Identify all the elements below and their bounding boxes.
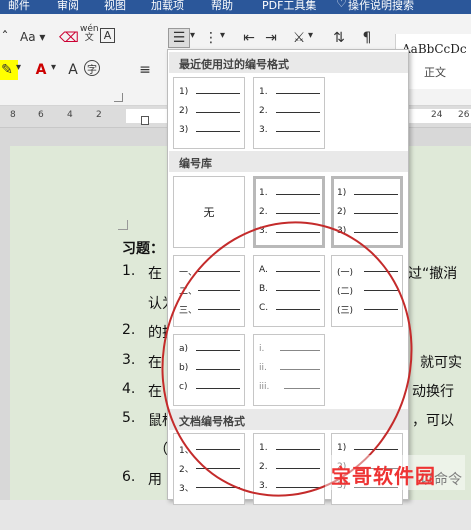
sort-icon[interactable]: ⇅ xyxy=(328,28,350,48)
tell-me-search[interactable]: 操作说明搜索 xyxy=(348,0,414,13)
none-label: 无 xyxy=(203,206,215,219)
tab-help[interactable]: 帮助 xyxy=(211,0,233,13)
highlight-dropdown[interactable]: ▾ xyxy=(16,62,21,73)
ruler-tick: 2 xyxy=(96,110,102,120)
ruler-tick: 26 xyxy=(458,110,470,120)
ruler-tick: 8 xyxy=(10,110,16,120)
list-number: 2. xyxy=(122,322,136,338)
exercise-heading: 习题： xyxy=(122,241,164,257)
list-text: 在 xyxy=(148,355,162,371)
list-number: 5. xyxy=(122,410,136,426)
ruler-tick: 24 xyxy=(431,110,443,120)
numbering-icon[interactable]: ☰ xyxy=(168,28,190,48)
list-text-tail: ，可以 xyxy=(412,413,454,429)
page-corner-mark xyxy=(118,220,128,230)
recent-tile-paren[interactable]: 1) 2) 3) xyxy=(173,77,245,149)
list-number: 6. xyxy=(122,469,136,485)
font-color-icon[interactable]: A xyxy=(30,60,52,80)
increase-indent-icon[interactable]: ⇥ xyxy=(260,28,282,48)
list-text-tail: 过“撤消 xyxy=(408,266,458,282)
align-left-icon[interactable]: ≡ xyxy=(134,60,156,80)
recent-tile-dot[interactable]: 1. 2. 3. xyxy=(253,77,325,149)
list-number: 1. xyxy=(122,263,136,279)
list-text: （ xyxy=(154,442,168,458)
list-text: 在 xyxy=(148,384,162,400)
ribbon-tab-bar: 邮件 审阅 视图 加载项 帮助 PDF工具集 ♡ 操作说明搜索 xyxy=(0,0,471,14)
numbering-library-header: 编号库 xyxy=(169,151,408,172)
indent-marker[interactable] xyxy=(141,116,149,125)
clear-format-icon[interactable]: ⌫ xyxy=(58,28,80,48)
multilevel-list-icon[interactable]: ⋮ xyxy=(200,28,222,48)
chevron-icon[interactable]: ˆ xyxy=(0,28,16,48)
tab-pdf-tools[interactable]: PDF工具集 xyxy=(262,0,316,13)
tab-mailings[interactable]: 邮件 xyxy=(8,0,30,13)
character-border-icon[interactable]: A xyxy=(100,28,115,43)
list-text-tail: 动换行 xyxy=(412,384,454,400)
tab-addins[interactable]: 加载项 xyxy=(151,0,184,13)
style-sample: AaBbCcDc xyxy=(402,42,467,56)
chinese-layout-dropdown[interactable]: ▾ xyxy=(308,30,313,41)
list-text-tail: 就可实 xyxy=(420,355,462,371)
watermark: 宝哥软件园 xyxy=(325,455,465,490)
font-dialog-launcher[interactable] xyxy=(114,93,123,102)
list-text: 在 xyxy=(148,266,162,282)
recent-formats-header: 最近使用过的编号格式 xyxy=(169,52,408,73)
list-text: 用 xyxy=(148,472,162,488)
multilevel-dropdown[interactable]: ▾ xyxy=(220,30,225,41)
enclose-character-icon[interactable]: 字 xyxy=(84,60,100,76)
character-shading-icon[interactable]: A xyxy=(62,60,84,80)
ruler-tick: 6 xyxy=(38,110,44,120)
list-number: 4. xyxy=(122,381,136,397)
change-case-button[interactable]: Aa ▾ xyxy=(20,30,45,44)
list-number: 3. xyxy=(122,352,136,368)
chinese-layout-icon[interactable]: ⚔ xyxy=(288,28,310,48)
decrease-indent-icon[interactable]: ⇤ xyxy=(238,28,260,48)
watermark-text: 宝哥软件园 xyxy=(331,464,436,488)
tab-review[interactable]: 审阅 xyxy=(57,0,79,13)
show-marks-icon[interactable]: ¶ xyxy=(356,28,378,48)
ruler-tick: 4 xyxy=(67,110,73,120)
font-color-dropdown[interactable]: ▾ xyxy=(51,62,56,73)
phonetic-guide-button[interactable]: wén 文 xyxy=(80,25,99,43)
tab-view[interactable]: 视图 xyxy=(104,0,126,13)
numbering-dropdown[interactable]: ▾ xyxy=(190,30,195,41)
style-normal-label: 正文 xyxy=(424,66,446,79)
lightbulb-icon: ♡ xyxy=(336,0,347,10)
